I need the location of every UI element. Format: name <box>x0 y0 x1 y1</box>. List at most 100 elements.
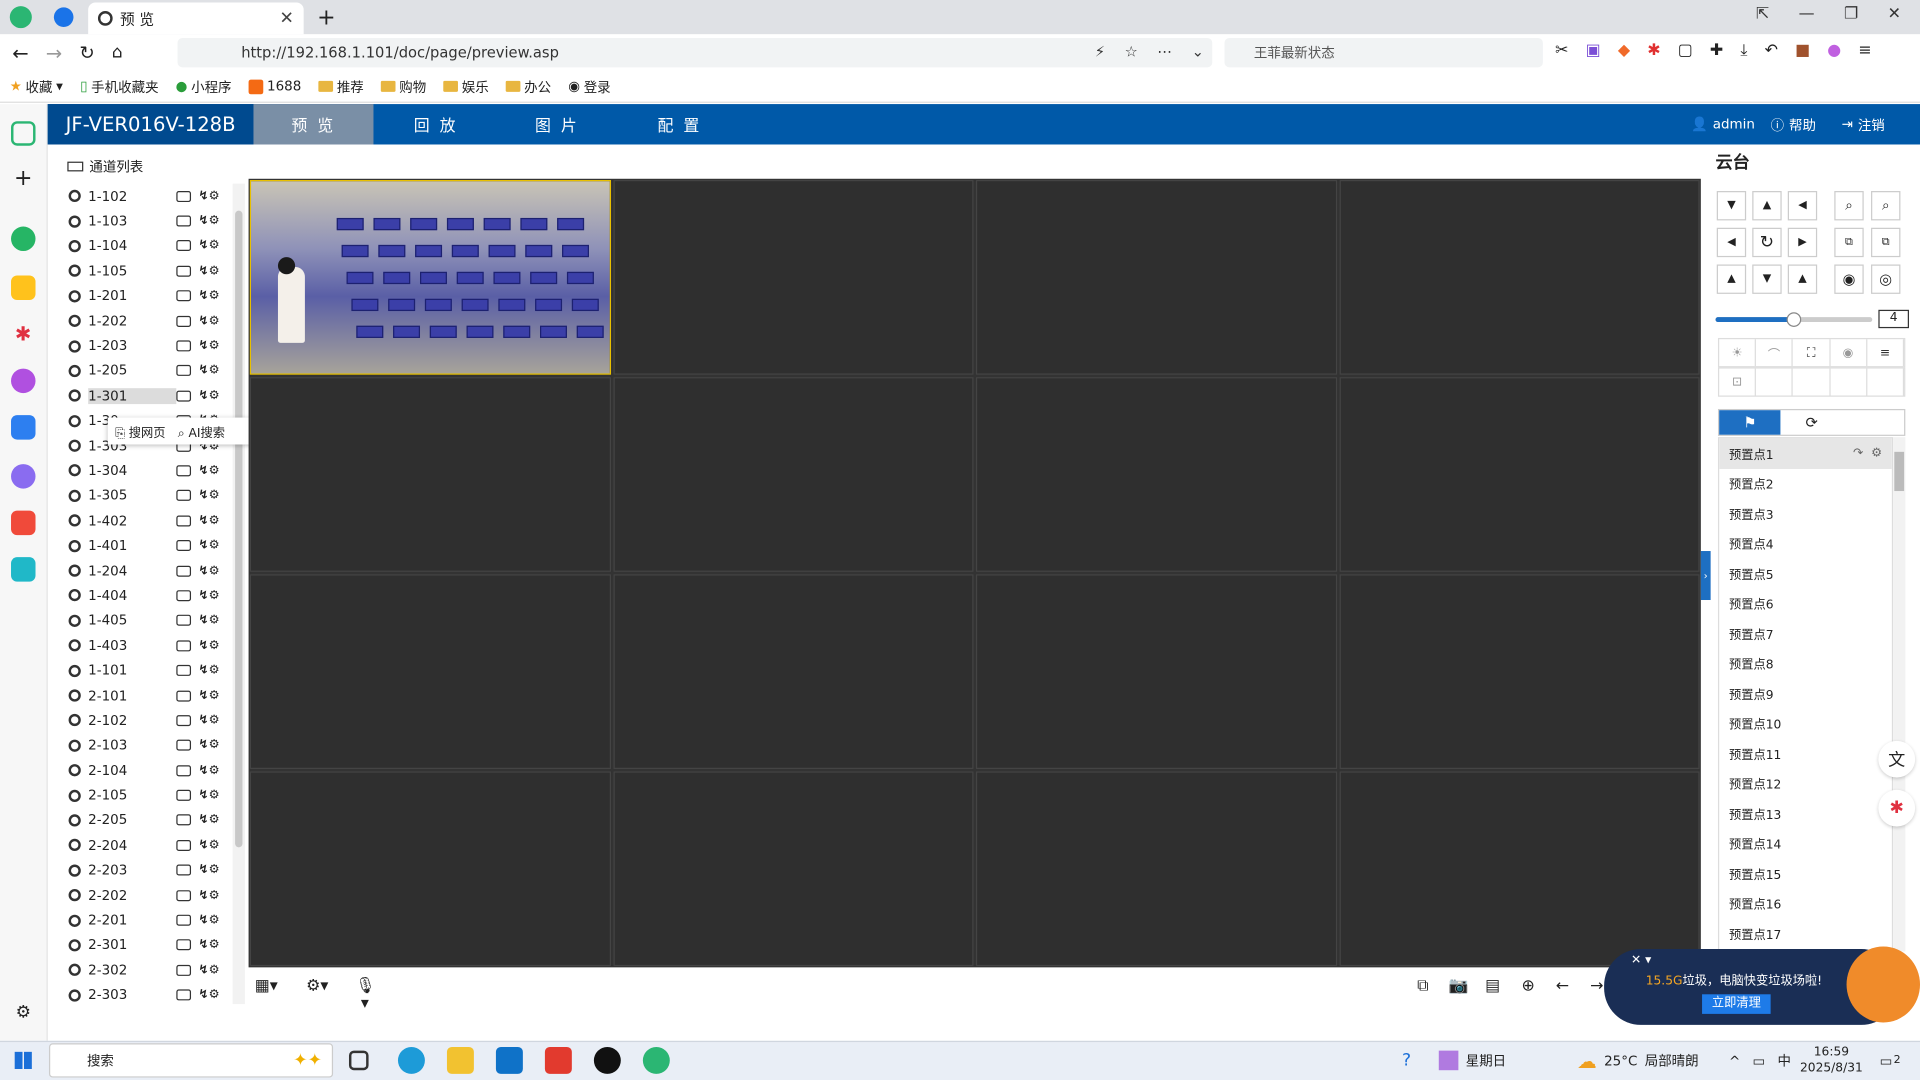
file-explorer-icon[interactable] <box>446 1046 474 1074</box>
play-stream-icon[interactable] <box>176 290 192 302</box>
play-stream-icon[interactable] <box>176 365 192 377</box>
ptz-channel-icon[interactable]: ↯⚙ <box>198 689 219 702</box>
preset-item[interactable]: 预置点7 <box>1719 618 1892 648</box>
channel-row[interactable]: 2-301 ↯⚙ <box>64 933 235 958</box>
toolbar-extensions[interactable]: ✂ ▣ ◆ ✱ ▢ ✚ ⤓ ↶ ■ ● ≡ <box>1555 42 1872 60</box>
bookmark-favorites[interactable]: ★ 收藏 ▾ <box>10 77 63 97</box>
play-stream-icon[interactable] <box>176 515 192 527</box>
ptz-channel-icon[interactable]: ↯⚙ <box>198 339 219 352</box>
user-menu[interactable]: 👤 admin <box>1691 104 1755 144</box>
bookmark-mobile[interactable]: ▯ 手机收藏夹 <box>80 77 158 97</box>
profile-icon[interactable]: ● <box>1827 42 1841 60</box>
help-link[interactable]: ⓘ 帮助 <box>1771 104 1816 144</box>
ptz-channel-icon[interactable]: ↯⚙ <box>198 389 219 402</box>
display-icon[interactable]: ▭ <box>1753 1052 1766 1068</box>
channel-row[interactable]: 1-403 ↯⚙ <box>64 633 235 658</box>
notification-button[interactable]: ▭ 2 <box>1880 1041 1901 1080</box>
preset-item[interactable]: 预置点5 <box>1719 558 1892 588</box>
play-stream-icon[interactable] <box>176 690 192 702</box>
menu-icon[interactable]: ≡ <box>1858 42 1871 60</box>
video-window-empty[interactable] <box>975 377 1337 572</box>
ptz-channel-icon[interactable]: ↯⚙ <box>198 988 219 1001</box>
task-view-icon[interactable] <box>348 1050 369 1071</box>
channel-scrollbar[interactable] <box>232 183 245 1005</box>
bookmark-folder-shopping[interactable]: 购物 <box>380 77 426 97</box>
bookmark-1688[interactable]: 1688 <box>248 78 301 94</box>
play-stream-icon[interactable] <box>176 914 192 926</box>
channel-row[interactable]: 1-404 ↯⚙ <box>64 583 235 608</box>
ptz-channel-icon[interactable]: ↯⚙ <box>198 938 219 951</box>
channel-row[interactable]: 1-301 ↯⚙ <box>64 383 235 408</box>
ptz-left-button[interactable]: ◀ <box>1716 227 1747 258</box>
clean-now-button[interactable]: 立即清理 <box>1702 994 1771 1014</box>
ime-indicator[interactable]: 中 <box>1778 1051 1791 1071</box>
more-icon[interactable]: ⋯ <box>1157 43 1172 60</box>
video-window-empty[interactable] <box>975 180 1337 375</box>
channel-row[interactable]: 2-202 ↯⚙ <box>64 883 235 908</box>
tray-help-icon[interactable]: ? <box>1402 1041 1411 1080</box>
ptz-channel-icon[interactable]: ↯⚙ <box>198 539 219 552</box>
prev-page-icon[interactable]: ← <box>1553 978 1573 995</box>
channel-row[interactable]: 1-102 ↯⚙ <box>64 184 235 209</box>
logout-link[interactable]: ⇥ 注销 <box>1842 104 1885 144</box>
ai-search-button[interactable]: ⌕ AI搜索 <box>178 422 225 440</box>
zoom-out-icon[interactable]: ⌕ <box>1834 191 1864 221</box>
video-window-empty[interactable] <box>975 771 1337 967</box>
preset-item[interactable]: 预置点12 <box>1719 768 1892 798</box>
tray-clock[interactable]: 16:59 2025/8/31 <box>1800 1041 1863 1080</box>
close-window-icon[interactable]: ✕ <box>1888 5 1901 23</box>
play-stream-icon[interactable] <box>176 714 192 726</box>
video-window-empty[interactable] <box>1338 771 1700 967</box>
video-window-empty[interactable] <box>975 574 1337 769</box>
ptz-channel-icon[interactable]: ↯⚙ <box>198 514 219 527</box>
preset-item[interactable]: 预置点17 <box>1719 918 1892 948</box>
add-icon[interactable]: + <box>11 167 35 192</box>
ptz-channel-icon[interactable]: ↯⚙ <box>198 889 219 902</box>
channel-row[interactable]: 1-204 ↯⚙ <box>64 558 235 583</box>
ptz-channel-icon[interactable]: ↯⚙ <box>198 189 219 202</box>
preset-item[interactable]: 预置点10 <box>1719 708 1892 738</box>
ptz-channel-icon[interactable]: ↯⚙ <box>198 963 219 976</box>
ptz-channel-icon[interactable]: ↯⚙ <box>198 739 219 752</box>
scroll-thumb[interactable] <box>235 210 243 848</box>
window-controls[interactable]: ⇱ — ❐ ✕ <box>1756 5 1901 23</box>
snapshot-icon[interactable]: 📷 <box>1449 978 1469 995</box>
preset-item[interactable]: 预置点1 ↷ ⚙ <box>1719 438 1892 469</box>
download-icon[interactable]: ⤓ <box>1740 42 1747 60</box>
menu-picture[interactable]: 图 片 <box>497 104 617 144</box>
music-app-icon[interactable] <box>11 226 36 252</box>
new-tab-button[interactable]: + <box>317 5 335 31</box>
scroll-thumb[interactable] <box>1894 451 1905 492</box>
preset-item[interactable]: 预置点16 <box>1719 888 1892 918</box>
window-switch-icon[interactable]: ⧉ <box>1413 978 1433 995</box>
play-stream-icon[interactable] <box>176 540 192 552</box>
ptz-auto-button[interactable]: ↻ <box>1752 227 1782 258</box>
play-stream-icon[interactable] <box>176 240 192 252</box>
ptz-channel-icon[interactable]: ↯⚙ <box>198 289 219 302</box>
star-icon[interactable]: ☆ <box>1125 43 1138 60</box>
close-tab-icon[interactable]: ✕ <box>280 9 294 29</box>
play-stream-icon[interactable] <box>176 565 192 577</box>
minimize-icon[interactable]: — <box>1799 5 1815 23</box>
preset-item[interactable]: 预置点14 <box>1719 828 1892 858</box>
briefcase-icon[interactable]: ■ <box>1795 42 1810 60</box>
windows-start-icon[interactable] <box>14 1051 32 1069</box>
channel-row[interactable]: 1-304 ↯⚙ <box>64 458 235 483</box>
play-stream-icon[interactable] <box>176 739 192 751</box>
channel-row[interactable]: 1-202 ↯⚙ <box>64 309 235 334</box>
channel-row[interactable]: 2-102 ↯⚙ <box>64 708 235 733</box>
ptz-down-right-button[interactable]: ▲ <box>1787 264 1818 294</box>
ptz-up-left-button[interactable]: ▼ <box>1716 191 1747 221</box>
ptz-channel-icon[interactable]: ↯⚙ <box>198 214 219 227</box>
ptz-speed-slider[interactable] <box>1715 312 1873 327</box>
ext-red-icon[interactable]: ✱ <box>1647 42 1660 60</box>
channel-row[interactable]: 1-105 ↯⚙ <box>64 259 235 284</box>
video-window-live[interactable] <box>249 180 611 375</box>
broom-icon[interactable] <box>1846 946 1920 1023</box>
video-window-empty[interactable] <box>612 574 974 769</box>
video-window-empty[interactable] <box>249 771 611 967</box>
close-popup-icon[interactable]: ✕ ▾ <box>1631 954 1651 967</box>
tray-weather[interactable]: ☁ 25°C 局部晴朗 <box>1577 1041 1698 1080</box>
ptz-down-button[interactable]: ▼ <box>1752 264 1782 294</box>
preset-item[interactable]: 预置点3 <box>1719 498 1892 528</box>
